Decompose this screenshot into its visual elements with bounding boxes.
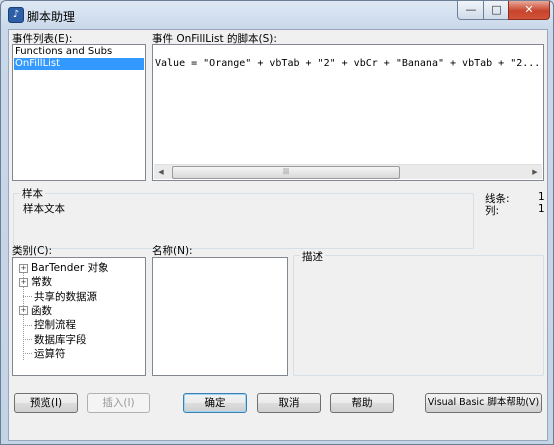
help-button[interactable]: 帮助 <box>330 393 394 413</box>
script-assistant-window: ♪ 脚本助理 — □ ✕ 事件列表(E): Functions and Subs… <box>0 0 554 445</box>
category-item-label: 函数 <box>31 304 52 317</box>
app-icon: ♪ <box>8 7 24 23</box>
category-tree-item[interactable]: 数据库字段 <box>19 333 87 347</box>
window-title: 脚本助理 <box>27 10 76 24</box>
column-label: 列: <box>485 205 500 217</box>
column-value: 1 <box>538 203 545 215</box>
close-button[interactable]: ✕ <box>508 1 550 20</box>
category-tree-item[interactable]: 运算符 <box>19 347 66 361</box>
scroll-right-arrow-icon[interactable]: ▶ <box>528 165 542 179</box>
expand-plus-icon[interactable]: + <box>19 263 28 273</box>
category-tree[interactable]: + BarTender 对象 + 常数 共享的数据源 + 函数 控制流程 数据库字段 运算符 <box>12 257 146 376</box>
expand-plus-icon[interactable]: + <box>19 306 28 316</box>
name-list[interactable] <box>152 257 288 376</box>
tree-branch-line <box>23 324 32 326</box>
dialog-client-area: 事件列表(E): Functions and Subs OnFillList 事件… <box>8 29 548 441</box>
title-bar[interactable]: ♪ 脚本助理 — □ ✕ <box>1 1 553 29</box>
minimize-button[interactable]: — <box>457 1 485 20</box>
category-item-label: 共享的数据源 <box>34 290 97 303</box>
category-tree-item[interactable]: + 函数 <box>19 304 52 318</box>
category-item-label: 控制流程 <box>34 319 76 332</box>
category-item-label: 常数 <box>31 276 52 289</box>
editor-horizontal-scrollbar[interactable]: ◀ ||| ▶ <box>154 164 542 179</box>
category-tree-item[interactable]: 控制流程 <box>19 318 76 332</box>
insert-button[interactable]: 插入(I) <box>87 393 150 413</box>
description-label: 描述 <box>300 249 325 264</box>
tree-branch-line <box>23 353 32 355</box>
cancel-button[interactable]: 取消 <box>257 393 321 413</box>
sample-text: 样本文本 <box>23 203 65 215</box>
expand-plus-icon[interactable]: + <box>19 277 28 287</box>
category-tree-item[interactable]: 共享的数据源 <box>19 290 97 304</box>
tree-branch-line <box>23 339 32 340</box>
vb-script-help-button[interactable]: Visual Basic 脚本帮助(V) <box>425 393 542 413</box>
name-list-label: 名称(N): <box>152 245 193 257</box>
event-list-item[interactable]: Functions and Subs <box>14 46 144 58</box>
event-list-item[interactable]: OnFillList <box>14 58 144 70</box>
category-item-label: 运算符 <box>34 347 66 360</box>
scroll-left-arrow-icon[interactable]: ◀ <box>154 165 168 179</box>
sample-group-label: 样本 <box>20 186 45 201</box>
category-item-label: BarTender 对象 <box>31 262 109 274</box>
tree-branch-line <box>23 296 32 298</box>
script-code-line: Value = "Orange" + vbTab + "2" + vbCr + … <box>155 58 541 69</box>
scroll-thumb[interactable]: ||| <box>172 166 400 179</box>
script-editor[interactable]: Value = "Orange" + vbTab + "2" + vbCr + … <box>152 44 544 181</box>
events-list[interactable]: Functions and Subs OnFillList <box>12 44 146 181</box>
ok-button[interactable]: 确定 <box>183 393 247 413</box>
category-label: 类别(C): <box>12 245 53 257</box>
sample-group <box>13 193 474 249</box>
category-tree-item[interactable]: + BarTender 对象 <box>19 261 108 275</box>
maximize-button[interactable]: □ <box>483 1 510 20</box>
description-group <box>293 255 544 376</box>
category-item-label: 数据库字段 <box>34 333 87 346</box>
line-value: 1 <box>538 191 545 203</box>
preview-button[interactable]: 预览(I) <box>14 393 78 413</box>
category-tree-item[interactable]: + 常数 <box>19 275 52 289</box>
